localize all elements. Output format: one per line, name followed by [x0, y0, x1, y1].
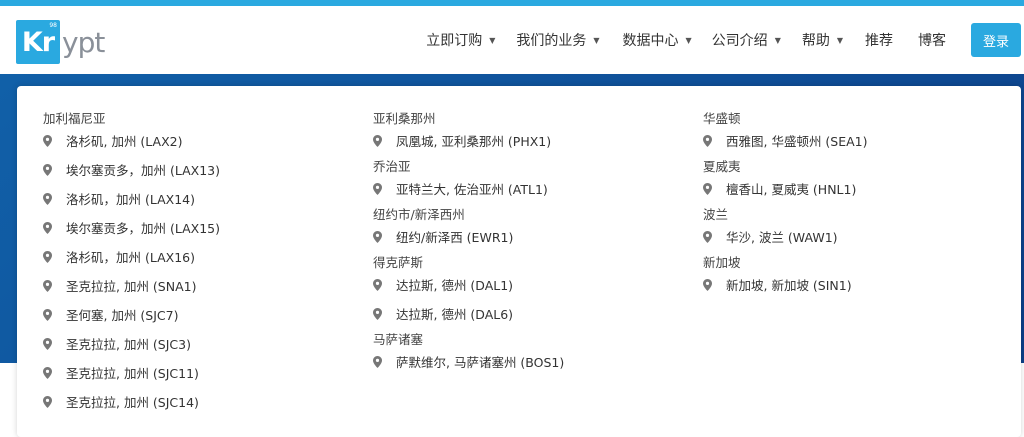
caret-down-icon: ▼	[836, 35, 843, 45]
logo-mark: Kr 98	[16, 20, 60, 64]
datacenter-location[interactable]: 洛杉矶，加州 (LAX14)	[43, 189, 195, 208]
location-label: 达拉斯, 德州 (DAL1)	[396, 278, 514, 293]
datacenter-location[interactable]: 圣克拉拉, 加州 (SJC14)	[43, 392, 199, 411]
map-marker-icon	[703, 278, 726, 291]
datacenter-location[interactable]: 凤凰城, 亚利桑那州 (PHX1)	[373, 131, 551, 150]
datacenter-location[interactable]: 达拉斯, 德州 (DAL6)	[373, 304, 513, 323]
map-marker-icon	[373, 230, 396, 243]
caret-down-icon: ▼	[774, 35, 781, 45]
nav-item-label: 立即订购	[426, 33, 483, 49]
nav-item-label: 我们的业务	[516, 33, 587, 49]
nav-item-label: 数据中心	[622, 33, 679, 49]
datacenter-location[interactable]: 埃尔塞贡多，加州 (LAX13)	[43, 160, 220, 179]
location-label: 新加坡, 新加坡 (SIN1)	[726, 278, 852, 293]
map-marker-icon	[373, 278, 396, 291]
logo-prefix: Kr	[21, 26, 55, 58]
datacenter-location[interactable]: 萨默维尔, 马萨诸塞州 (BOS1)	[373, 352, 564, 371]
nav-item-label: 博客	[918, 33, 946, 49]
region-heading: 波兰	[703, 207, 729, 222]
location-label: 埃尔塞贡多，加州 (LAX13)	[66, 163, 220, 178]
datacenter-location[interactable]: 洛杉矶, 加州 (LAX2)	[43, 131, 183, 150]
caret-down-icon: ▼	[685, 35, 692, 45]
datacenter-location[interactable]: 埃尔塞贡多，加州 (LAX15)	[43, 218, 220, 237]
map-marker-icon	[373, 307, 396, 320]
map-marker-icon	[43, 163, 66, 176]
map-marker-icon	[43, 337, 66, 350]
map-marker-icon	[43, 250, 66, 263]
region-heading: 乔治亚	[373, 159, 411, 174]
region-heading: 加利福尼亚	[43, 111, 106, 126]
location-label: 华沙, 波兰 (WAW1)	[726, 230, 838, 245]
nav-item-1[interactable]: 立即订购 ▼	[426, 30, 495, 50]
location-label: 圣克拉拉, 加州 (SNA1)	[66, 279, 197, 294]
map-marker-icon	[43, 192, 66, 205]
map-marker-icon	[43, 279, 66, 292]
caret-down-icon: ▼	[489, 35, 496, 45]
datacenter-location[interactable]: 达拉斯, 德州 (DAL1)	[373, 275, 513, 294]
region-heading: 华盛顿	[703, 111, 741, 126]
map-marker-icon	[703, 182, 726, 195]
nav-item-label: 推荐	[865, 33, 893, 49]
location-label: 达拉斯, 德州 (DAL6)	[396, 307, 514, 322]
logo[interactable]: Kr 98 ypt	[16, 20, 105, 64]
main-nav: 立即订购 ▼ 我们的业务 ▼ 数据中心 ▼ 公司介绍 ▼ 帮助 ▼ 推荐 博客 登录	[426, 6, 1024, 74]
location-label: 亚特兰大, 佐治亚州 (ATL1)	[396, 182, 548, 197]
location-label: 西雅图, 华盛顿州 (SEA1)	[726, 134, 868, 149]
location-label: 洛杉矶，加州 (LAX16)	[66, 250, 195, 265]
datacenter-location[interactable]: 亚特兰大, 佐治亚州 (ATL1)	[373, 179, 548, 198]
nav-item-6[interactable]: 推荐	[865, 30, 893, 50]
map-marker-icon	[43, 134, 66, 147]
region-heading: 新加坡	[703, 255, 741, 270]
nav-item-7[interactable]: 博客	[918, 30, 946, 50]
datacenter-location[interactable]: 圣何塞, 加州 (SJC7)	[43, 305, 178, 324]
map-marker-icon	[43, 366, 66, 379]
map-marker-icon	[43, 395, 66, 408]
datacenter-location[interactable]: 檀香山, 夏威夷 (HNL1)	[703, 179, 856, 198]
caret-down-icon: ▼	[593, 35, 600, 45]
location-label: 萨默维尔, 马萨诸塞州 (BOS1)	[396, 355, 565, 370]
logo-suffix: ypt	[62, 25, 105, 59]
location-label: 圣克拉拉, 加州 (SJC14)	[66, 395, 199, 410]
map-marker-icon	[43, 221, 66, 234]
map-marker-icon	[373, 134, 396, 147]
map-marker-icon	[43, 308, 66, 321]
region-heading: 纽约市/新泽西州	[373, 207, 465, 222]
logo-superscript: 98	[49, 22, 57, 29]
datacenter-location[interactable]: 新加坡, 新加坡 (SIN1)	[703, 275, 852, 294]
datacenter-location[interactable]: 洛杉矶，加州 (LAX16)	[43, 247, 195, 266]
map-marker-icon	[373, 355, 396, 368]
datacenter-location[interactable]: 圣克拉拉, 加州 (SJC3)	[43, 334, 191, 353]
location-label: 圣克拉拉, 加州 (SJC3)	[66, 337, 191, 352]
region-heading: 马萨诸塞	[373, 332, 424, 347]
location-label: 凤凰城, 亚利桑那州 (PHX1)	[396, 134, 552, 149]
datacenter-location[interactable]: 西雅图, 华盛顿州 (SEA1)	[703, 131, 868, 150]
nav-item-label: 公司介绍	[711, 33, 768, 49]
nav-item-5[interactable]: 帮助 ▼	[802, 30, 843, 50]
region-heading: 夏威夷	[703, 159, 741, 174]
nav-item-4[interactable]: 公司介绍 ▼	[712, 30, 781, 50]
location-label: 檀香山, 夏威夷 (HNL1)	[726, 182, 857, 197]
datacenter-location[interactable]: 华沙, 波兰 (WAW1)	[703, 227, 838, 246]
location-label: 洛杉矶, 加州 (LAX2)	[66, 134, 183, 149]
nav-item-label: 帮助	[801, 33, 830, 49]
map-marker-icon	[703, 230, 726, 243]
location-label: 圣克拉拉, 加州 (SJC11)	[66, 366, 199, 381]
datacenter-location[interactable]: 圣克拉拉, 加州 (SNA1)	[43, 276, 196, 295]
location-label: 洛杉矶，加州 (LAX14)	[66, 192, 195, 207]
location-label: 埃尔塞贡多，加州 (LAX15)	[66, 221, 220, 236]
login-button[interactable]: 登录	[971, 23, 1021, 57]
datacenter-dropdown-panel: 加利福尼亚洛杉矶, 加州 (LAX2) 埃尔塞贡多，加州 (LAX13) 洛杉矶，加…	[17, 86, 1021, 437]
location-label: 纽约/新泽西 (EWR1)	[396, 230, 514, 245]
datacenter-location[interactable]: 纽约/新泽西 (EWR1)	[373, 227, 513, 246]
site-header: Kr 98 ypt 立即订购 ▼ 我们的业务 ▼ 数据中心 ▼ 公司介绍 ▼ 帮助 ▼ 推荐 博客 登录	[0, 6, 1024, 74]
location-label: 圣何塞, 加州 (SJC7)	[66, 308, 179, 323]
nav-item-3[interactable]: 数据中心 ▼	[623, 30, 692, 50]
nav-item-2[interactable]: 我们的业务 ▼	[516, 30, 599, 50]
map-marker-icon	[373, 182, 396, 195]
region-heading: 得克萨斯	[373, 255, 424, 270]
datacenter-location[interactable]: 圣克拉拉, 加州 (SJC11)	[43, 363, 199, 382]
map-marker-icon	[703, 134, 726, 147]
region-heading: 亚利桑那州	[373, 111, 436, 126]
